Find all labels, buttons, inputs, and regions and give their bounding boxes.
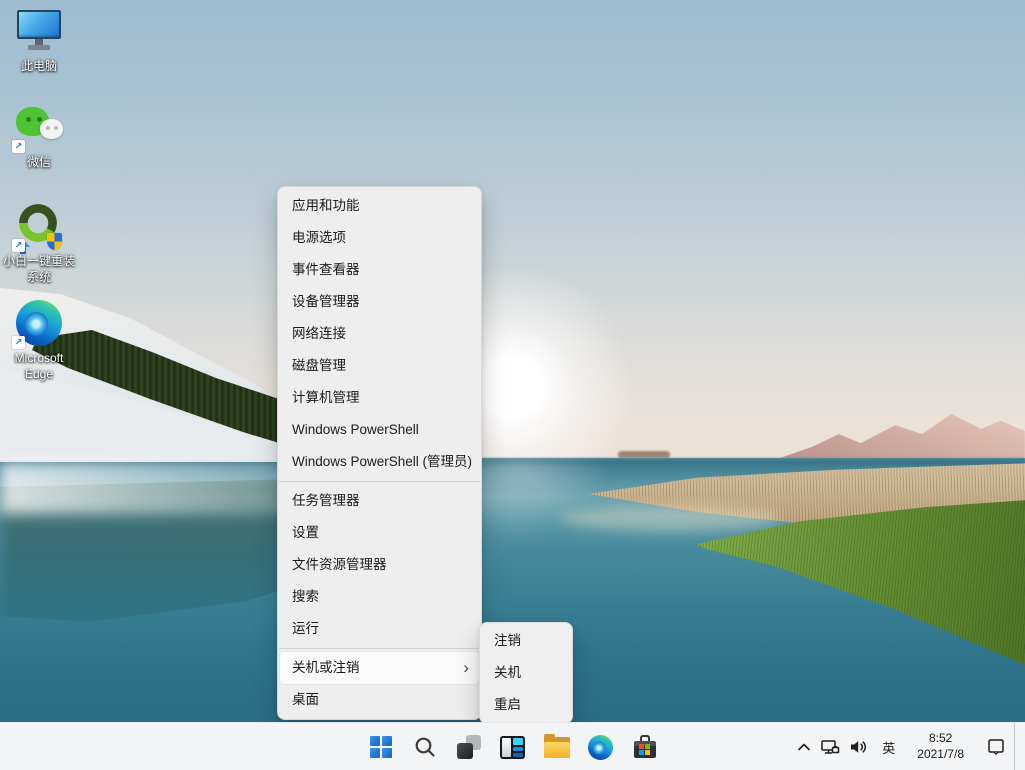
clock-button[interactable]: 8:52 2021/7/8 <box>905 729 976 765</box>
menu-item-run[interactable]: 运行 <box>280 613 479 645</box>
start-button[interactable] <box>361 727 401 767</box>
edge-icon: ↗ <box>14 300 64 348</box>
this-pc-icon <box>14 8 64 56</box>
shutdown-submenu: 注销 关机 重启 <box>479 622 573 724</box>
menu-item-desktop[interactable]: 桌面 <box>280 684 479 716</box>
chevron-right-icon: › <box>463 652 469 684</box>
submenu-item-restart[interactable]: 重启 <box>482 689 570 721</box>
desktop-icon-label: Microsoft Edge <box>15 351 64 382</box>
time: 8:52 <box>917 731 964 747</box>
volume-button[interactable] <box>844 729 872 765</box>
search-button[interactable] <box>405 727 445 767</box>
menu-item-shutdown-or-signout[interactable]: 关机或注销 › <box>280 652 479 684</box>
shortcut-arrow-icon: ↗ <box>12 239 25 252</box>
widgets-icon <box>500 736 525 759</box>
menu-item-device-manager[interactable]: 设备管理器 <box>280 286 479 318</box>
menu-item-disk-management[interactable]: 磁盘管理 <box>280 350 479 382</box>
edge-button[interactable] <box>581 727 621 767</box>
windows-logo-icon <box>370 736 392 758</box>
desktop-icon-this-pc[interactable]: 此电脑 <box>0 8 78 75</box>
notification-bubble-icon <box>986 737 1006 757</box>
submenu-item-sign-out[interactable]: 注销 <box>482 625 570 657</box>
task-view-icon <box>457 735 481 759</box>
notification-center-button[interactable] <box>982 729 1010 765</box>
file-explorer-icon <box>544 737 570 758</box>
taskbar: 英 8:52 2021/7/8 <box>0 722 1025 770</box>
menu-separator <box>279 481 480 482</box>
desktop-icon-label: 小白一键重装 系统 <box>3 254 75 285</box>
volume-icon <box>848 738 868 756</box>
shortcut-arrow-icon: ↗ <box>12 336 25 349</box>
edge-icon <box>588 735 613 760</box>
show-desktop-button[interactable] <box>1014 723 1019 770</box>
menu-item-apps-and-features[interactable]: 应用和功能 <box>280 190 479 222</box>
menu-item-label: 关机或注销 <box>292 660 360 675</box>
store-button[interactable] <box>625 727 665 767</box>
menu-item-computer-management[interactable]: 计算机管理 <box>280 382 479 414</box>
widgets-button[interactable] <box>493 727 533 767</box>
menu-item-network-connections[interactable]: 网络连接 <box>280 318 479 350</box>
hidden-icons-button[interactable] <box>792 729 816 765</box>
desktop-icon-label: 此电脑 <box>21 59 57 75</box>
desktop-icon-label: 微信 <box>27 155 51 171</box>
search-icon <box>413 735 437 759</box>
chevron-up-icon <box>796 741 812 753</box>
wallpaper-reed-reflection <box>560 505 780 531</box>
desktop-icon-wechat[interactable]: ↗ 微信 <box>0 104 78 171</box>
wallpaper-islet <box>618 451 670 458</box>
taskbar-center-buttons <box>361 723 665 770</box>
menu-item-file-explorer[interactable]: 文件资源管理器 <box>280 549 479 581</box>
submenu-item-shut-down[interactable]: 关机 <box>482 657 570 689</box>
date: 2021/7/8 <box>917 747 964 763</box>
desktop-screen: 此电脑 ↗ 微信 ↗ 小白一键重装 系统 ↗ Microsoft Edge 应用… <box>0 0 1025 770</box>
desktop-icon-microsoft-edge[interactable]: ↗ Microsoft Edge <box>0 300 78 382</box>
winx-context-menu: 应用和功能 电源选项 事件查看器 设备管理器 网络连接 磁盘管理 计算机管理 W… <box>277 186 482 720</box>
wechat-icon: ↗ <box>14 104 64 152</box>
clock: 8:52 2021/7/8 <box>909 731 972 762</box>
sun <box>479 354 545 420</box>
ethernet-network-icon <box>820 738 840 756</box>
desktop-icon-xiaobai-reinstall[interactable]: ↗ 小白一键重装 系统 <box>0 203 78 285</box>
file-explorer-button[interactable] <box>537 727 577 767</box>
shortcut-arrow-icon: ↗ <box>12 140 25 153</box>
microsoft-store-icon <box>633 735 657 759</box>
menu-item-task-manager[interactable]: 任务管理器 <box>280 485 479 517</box>
menu-item-powershell-admin[interactable]: Windows PowerShell (管理员) <box>280 446 479 478</box>
menu-item-power-options[interactable]: 电源选项 <box>280 222 479 254</box>
input-language-button[interactable]: 英 <box>872 729 905 765</box>
language-indicator: 英 <box>876 738 901 757</box>
menu-item-search[interactable]: 搜索 <box>280 581 479 613</box>
menu-item-settings[interactable]: 设置 <box>280 517 479 549</box>
menu-item-powershell[interactable]: Windows PowerShell <box>280 414 479 446</box>
xiaobai-reinstall-icon: ↗ <box>14 203 64 251</box>
network-button[interactable] <box>816 729 844 765</box>
menu-item-event-viewer[interactable]: 事件查看器 <box>280 254 479 286</box>
menu-separator <box>279 648 480 649</box>
system-tray: 英 8:52 2021/7/8 <box>792 723 1019 770</box>
task-view-button[interactable] <box>449 727 489 767</box>
